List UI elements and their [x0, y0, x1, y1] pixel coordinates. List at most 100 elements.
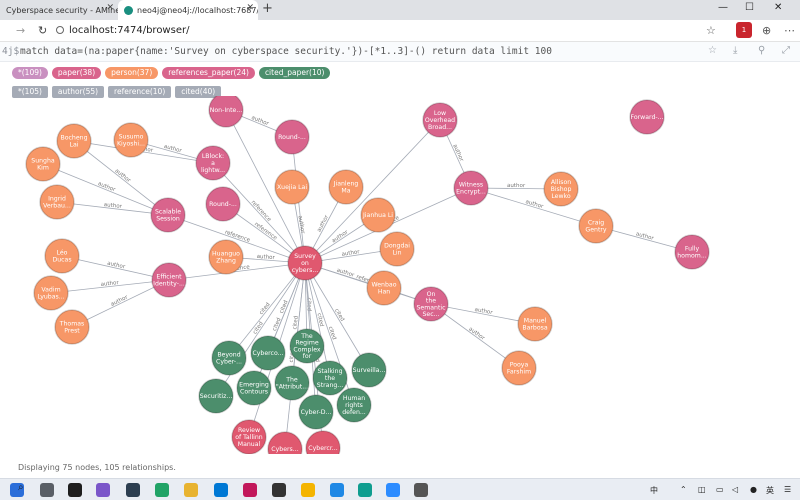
graph-node-humanr[interactable]: Humanrightsdefen... — [336, 387, 372, 423]
graph-node-emerging[interactable]: EmergingContours — [236, 370, 272, 406]
expand-icon[interactable]: ⤢ — [782, 45, 790, 56]
battery-icon[interactable]: ▭ — [716, 485, 724, 494]
graph-node-forward[interactable]: Forward-... — [629, 99, 665, 135]
graph-node-vadim[interactable]: VadimLyubas... — [33, 275, 69, 311]
graph-node-witness[interactable]: WitnessEncrypt... — [453, 170, 489, 206]
app-icon[interactable] — [96, 483, 110, 497]
graph-node-wenbao[interactable]: WenbaoHan — [366, 270, 402, 306]
tab-neo4j[interactable]: neo4j@neo4j://localhost:7687/n ✕ — [118, 0, 258, 20]
node-caption: Verbau... — [43, 202, 71, 209]
refresh-icon[interactable]: ↻ — [38, 24, 47, 37]
app-tray-icon[interactable]: ● — [750, 485, 757, 494]
graph-node-jianhua[interactable]: Jianhua Li — [360, 197, 396, 233]
terminal-icon[interactable] — [68, 483, 82, 497]
graph-node-attrib[interactable]: The"Attribut... — [274, 365, 310, 401]
query-editor[interactable]: 4j$ match data=(na:paper{name:'Survey on… — [0, 42, 800, 62]
graph-node-securitiz[interactable]: Securitiz... — [198, 378, 234, 414]
favorite-star-icon[interactable]: ☆ — [708, 45, 717, 56]
close-icon[interactable]: ✕ — [246, 3, 254, 13]
extension-icon[interactable]: 1 — [736, 22, 752, 38]
graph-node-susumo[interactable]: SusumoKiyoshi... — [113, 122, 149, 158]
node-caption: Contours — [240, 388, 268, 395]
tray-chevron-icon[interactable]: ⌃ — [680, 485, 687, 494]
menu-icon[interactable]: ⋯ — [784, 24, 795, 37]
graph-node-manuel[interactable]: ManuelBarbosa — [517, 306, 553, 342]
app-icon[interactable] — [386, 483, 400, 497]
graph-node-review[interactable]: Reviewof TallinnManual — [231, 419, 267, 454]
edge-browser-icon[interactable] — [358, 483, 372, 497]
legend-node-references-paper[interactable]: references_paper(24) — [162, 67, 255, 79]
app-icon[interactable] — [330, 483, 344, 497]
graph-node-jianleng[interactable]: JianlengMa — [328, 169, 364, 205]
graph-canvas[interactable]: referencereferencereferencereferencerefe… — [0, 96, 800, 454]
relationship-edge-survey-lowover[interactable] — [304, 119, 441, 264]
close-icon[interactable]: ✕ — [106, 3, 114, 13]
graph-node-craig[interactable]: CraigGentry — [578, 208, 614, 244]
graph-svg[interactable]: referencereferencereferencereferencerefe… — [0, 96, 800, 454]
vscode-icon[interactable] — [214, 483, 228, 497]
graph-node-regime[interactable]: TheRegimeComplexfor — [289, 328, 325, 364]
language-indicator[interactable]: 英 — [766, 485, 774, 496]
relationship-label: author — [507, 183, 526, 189]
graph-node-scalable[interactable]: ScalableSession — [150, 197, 186, 233]
minimize-icon[interactable]: — — [718, 2, 728, 13]
favorite-star-icon[interactable]: ☆ — [706, 24, 716, 37]
graph-node-huanguo[interactable]: HuanguoZhang — [208, 239, 244, 275]
graph-node-dongdai[interactable]: DongdaiLin — [379, 231, 415, 267]
url-field[interactable]: localhost:7474/browser/ — [56, 25, 189, 36]
volume-icon[interactable]: ◁ — [732, 485, 738, 494]
window-close-icon[interactable]: ✕ — [774, 2, 782, 13]
graph-node-surveilla[interactable]: Surveilla... — [351, 352, 387, 388]
graph-node-lowover[interactable]: LowOverheadBroad... — [422, 102, 458, 138]
app-icon[interactable] — [126, 483, 140, 497]
relationship-label: author — [114, 168, 133, 184]
graph-node-efficient[interactable]: EfficientIdentity-... — [151, 262, 187, 298]
typora-icon[interactable] — [414, 483, 428, 497]
graph-node-survey[interactable]: Surveyoncybers... — [287, 245, 323, 281]
pycharm-icon[interactable] — [184, 483, 198, 497]
node-caption: Sec... — [422, 311, 439, 318]
graph-node-beyond[interactable]: BeyondCyber-... — [211, 340, 247, 376]
download-icon[interactable]: ⤓ — [733, 45, 737, 56]
collections-icon[interactable]: ⊕ — [762, 24, 771, 37]
query-text[interactable]: match data=(na:paper{name:'Survey on cyb… — [20, 46, 552, 57]
graph-node-thomas[interactable]: ThomasPrest — [54, 309, 90, 345]
app-icon[interactable] — [243, 483, 257, 497]
sublime-icon[interactable] — [272, 483, 286, 497]
tab-aminer[interactable]: Cyberspace security - AMiner Sc ✕ — [0, 0, 118, 20]
legend-node-paper[interactable]: paper(38) — [51, 67, 102, 79]
graph-node-sungha[interactable]: SunghaKim — [25, 146, 61, 182]
graph-node-ingrid[interactable]: IngridVerbau... — [39, 184, 75, 220]
graph-node-semantic[interactable]: OntheSemanticSec... — [413, 286, 449, 322]
new-tab-icon[interactable]: + — [262, 1, 273, 16]
graph-node-leo[interactable]: LéoDucas — [44, 238, 80, 274]
graph-node-xuejia[interactable]: Xuejia Lai — [274, 169, 310, 205]
graph-node-allison[interactable]: AllisonBishopLewko — [543, 171, 579, 207]
clion-icon[interactable] — [155, 483, 169, 497]
graph-node-cyberco[interactable]: Cyberco... — [250, 335, 286, 371]
notification-icon[interactable]: ☰ — [784, 485, 791, 494]
legend-node-cited-paper[interactable]: cited_paper(10) — [258, 67, 331, 79]
graph-node-pooya[interactable]: PooyaFarshim — [501, 350, 537, 386]
graph-node-nonint[interactable]: Non-Inte... — [208, 96, 244, 128]
search-icon[interactable]: ⌕ — [18, 482, 24, 493]
legend-node-all[interactable]: *(109) — [12, 67, 48, 79]
folder-icon[interactable] — [301, 483, 315, 497]
graph-node-cybercr[interactable]: Cybercr... — [305, 430, 341, 454]
graph-node-fully[interactable]: Fullyhomom... — [674, 234, 710, 270]
back-icon[interactable]: → — [16, 24, 25, 37]
graph-node-lblock[interactable]: LBlock:alightw... — [195, 145, 231, 181]
maximize-icon[interactable]: ☐ — [745, 2, 754, 13]
legend-node-person[interactable]: person(37) — [105, 67, 159, 79]
graph-node-round2[interactable]: Round-... — [205, 186, 241, 222]
ime-indicator[interactable]: 中 — [650, 485, 658, 496]
graph-node-cyberd[interactable]: Cyber-D... — [298, 394, 334, 430]
graph-node-bochen[interactable]: BochengLai — [56, 123, 92, 159]
network-icon[interactable]: ◫ — [698, 485, 706, 494]
task-view-icon[interactable] — [40, 483, 54, 497]
node-caption: Lewko — [551, 193, 571, 200]
pin-icon[interactable]: ⚲ — [758, 45, 765, 56]
graph-node-stalking[interactable]: StalkingtheStrang... — [312, 360, 348, 396]
graph-node-round1[interactable]: Round-... — [274, 119, 310, 155]
graph-node-cybers2[interactable]: Cybers... — [267, 431, 303, 454]
